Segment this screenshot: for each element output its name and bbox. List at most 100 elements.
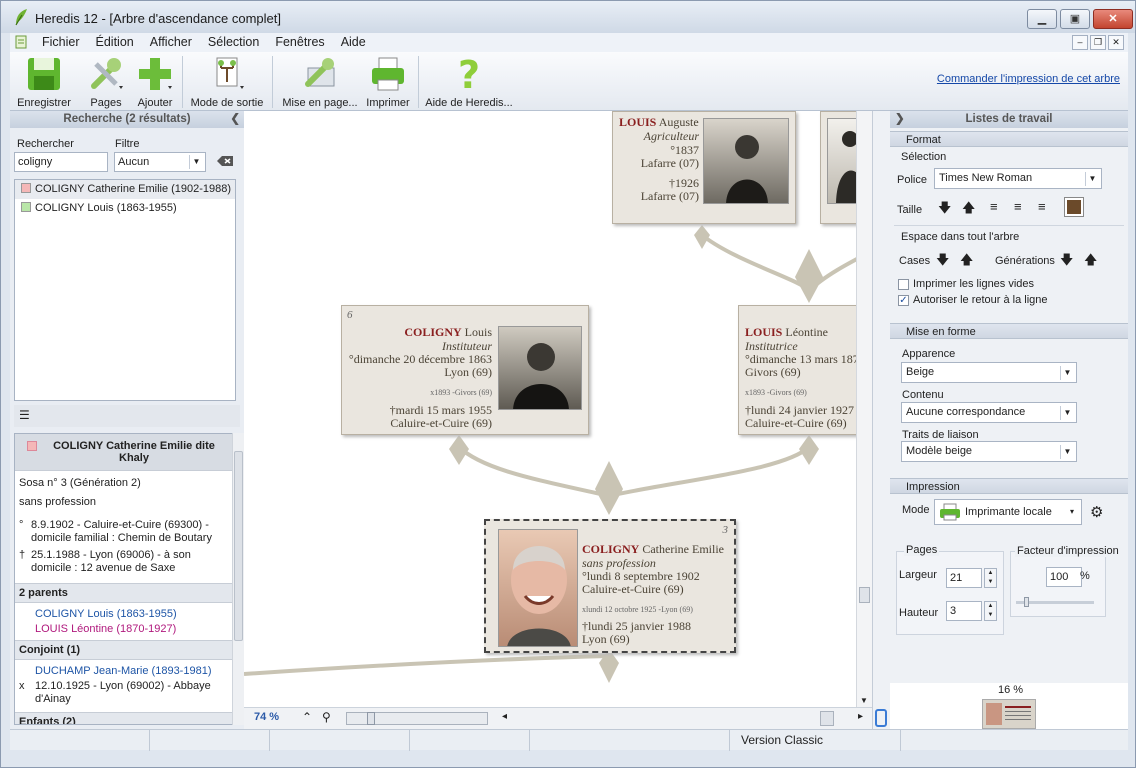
menu-afficher[interactable]: Afficher — [142, 33, 200, 52]
search-input[interactable]: coligny — [14, 152, 108, 172]
pages-title: Pages — [904, 544, 940, 556]
font-select[interactable]: Times New Roman ▼ — [934, 168, 1102, 189]
toolbar-separator — [418, 56, 419, 108]
arrow-up-icon[interactable]: 🡅 — [960, 251, 973, 273]
menu-edition[interactable]: Édition — [88, 33, 142, 52]
arrow-up-icon[interactable]: 🡅 — [1084, 251, 1097, 273]
zoom-icon[interactable]: ⚲ — [322, 710, 331, 724]
list-view-icon[interactable]: ☰ — [19, 408, 30, 422]
list-item[interactable]: COLIGNY Louis (1863-1955) — [15, 199, 235, 218]
align-right-icon[interactable]: ≡ — [1038, 199, 1046, 214]
selection-label: Sélection — [901, 151, 947, 163]
maximize-button[interactable]: ▣ — [1060, 9, 1090, 29]
arrow-down-icon[interactable]: 🡇 — [1060, 251, 1073, 273]
order-print-link[interactable]: Commander l'impression de cet arbre — [937, 73, 1120, 85]
height-spinner[interactable]: ▲ ▼ — [984, 601, 997, 621]
printing-section[interactable]: Impression — [890, 478, 1128, 494]
print-empty-lines-checkbox[interactable] — [898, 279, 909, 290]
scroll-left-icon[interactable]: ◂ — [502, 711, 507, 722]
menu-selection[interactable]: Sélection — [200, 33, 267, 52]
content-label: Contenu — [902, 389, 944, 401]
print-factor-input[interactable]: 100 — [1046, 567, 1082, 587]
pages-button[interactable]: Pages — [82, 54, 130, 109]
expand-right-icon[interactable]: ❯ — [895, 111, 905, 128]
allow-wrap-label: Autoriser le retour à la ligne — [913, 294, 1048, 306]
arrow-up-icon[interactable]: 🡅 — [962, 199, 975, 221]
scrollbar-thumb[interactable] — [234, 451, 243, 641]
person-card-auguste[interactable]: LOUIS Auguste Agriculteur °1837 Lafarre … — [612, 111, 796, 224]
format-section[interactable]: Format — [890, 131, 1128, 147]
version-label: Version Classic — [741, 733, 824, 747]
layout-section[interactable]: Mise en forme — [890, 323, 1128, 339]
mdi-close-button[interactable]: ✕ — [1108, 35, 1124, 50]
width-spinner[interactable]: ▲ ▼ — [984, 568, 997, 588]
person-card-coligny-catherine[interactable]: 3 COLIGNY Catherine Emilie sans professi… — [484, 519, 736, 653]
spouse-link[interactable]: DUCHAMP Jean-Marie (1893-1981) — [15, 660, 235, 678]
work-lists-header: ❯ Listes de travail — [890, 111, 1128, 128]
print-factor-thumb[interactable] — [1023, 597, 1029, 607]
content-select[interactable]: Aucune correspondance ▼ — [901, 402, 1077, 423]
scroll-right-icon[interactable]: ▸ — [858, 711, 863, 722]
vertical-scrollbar[interactable]: ▼ — [856, 111, 872, 707]
appearance-select[interactable]: Beige ▼ — [901, 362, 1077, 383]
tree-canvas[interactable]: LOUIS Auguste Agriculteur °1837 Lafarre … — [244, 111, 872, 729]
arrow-down-icon[interactable]: 🡇 — [938, 199, 951, 221]
mdi-controls: – ❐ ✕ — [1070, 34, 1124, 50]
color-picker-button[interactable] — [1064, 197, 1084, 217]
height-input[interactable]: 3 — [946, 601, 982, 621]
add-button[interactable]: Ajouter — [132, 54, 178, 109]
minimize-button[interactable]: ▁ — [1027, 9, 1057, 29]
document-icon[interactable] — [14, 35, 28, 49]
search-panel-header: Recherche (2 résultats) ❮ — [10, 111, 244, 128]
person-card-louis-leontine[interactable]: 7 LOUIS Léontine Institutrice °dimanche … — [738, 305, 872, 435]
print-factor-slider[interactable] — [1016, 597, 1094, 607]
links-select[interactable]: Modèle beige ▼ — [901, 441, 1077, 462]
preview-photo — [986, 703, 1002, 725]
menu-fenetres[interactable]: Fenêtres — [267, 33, 332, 52]
splitter-handle[interactable] — [875, 709, 887, 727]
spacing-title: Espace dans tout l'arbre — [901, 231, 1020, 243]
zoom-slider-thumb[interactable] — [367, 712, 375, 725]
page-setup-button[interactable]: Mise en page... — [280, 54, 360, 109]
filter-select[interactable]: Aucun ▼ — [114, 152, 206, 172]
color-swatch — [1067, 200, 1081, 214]
toolbar-separator — [182, 56, 183, 108]
width-input[interactable]: 21 — [946, 568, 982, 588]
save-button[interactable]: Enregistrer — [14, 54, 74, 109]
panel-splitter[interactable] — [872, 111, 890, 729]
gear-icon[interactable]: ⚙ — [1090, 503, 1103, 521]
help-button[interactable]: ? Aide de Heredis... — [424, 53, 514, 109]
zoom-slider[interactable] — [346, 712, 488, 725]
chevron-up-icon[interactable]: ⌃ — [302, 710, 312, 724]
horizontal-scrollbar-thumb[interactable] — [820, 711, 834, 726]
menu-fichier[interactable]: Fichier — [34, 33, 88, 52]
scrollbar-thumb[interactable] — [859, 587, 870, 603]
detail-scrollbar[interactable] — [232, 433, 244, 725]
person-color-icon — [21, 183, 31, 193]
question-mark-icon: ? — [458, 53, 480, 97]
parent-link-mother[interactable]: LOUIS Léontine (1870-1927) — [15, 621, 235, 640]
list-item[interactable]: COLIGNY Catherine Emilie (1902-1988) — [15, 180, 235, 199]
font-label: Police — [897, 174, 927, 186]
mdi-minimize-button[interactable]: – — [1072, 35, 1088, 50]
align-center-icon[interactable]: ≡ — [1014, 199, 1022, 214]
print-preview-thumbnail[interactable] — [982, 699, 1036, 729]
search-label: Rechercher — [17, 138, 74, 150]
align-left-icon[interactable]: ≡ — [990, 199, 998, 214]
print-mode-select[interactable]: Imprimante locale ▾ — [934, 499, 1082, 525]
print-button[interactable]: Imprimer — [364, 54, 412, 109]
menu-aide[interactable]: Aide — [333, 33, 374, 52]
person-card-coligny-louis[interactable]: 6 COLIGNY Louis Instituteur °dimanche 20… — [341, 305, 589, 435]
preview-zoom-label: 16 % — [998, 684, 1024, 696]
close-button[interactable]: ✕ — [1093, 9, 1133, 29]
output-mode-button[interactable]: Mode de sortie — [188, 54, 266, 109]
collapse-left-icon[interactable]: ❮ — [230, 111, 240, 128]
mdi-restore-button[interactable]: ❐ — [1090, 35, 1106, 50]
chevron-down-icon: ▼ — [1085, 172, 1099, 186]
arrow-down-icon[interactable]: 🡇 — [936, 251, 949, 273]
scroll-down-icon[interactable]: ▼ — [860, 696, 868, 705]
clear-search-icon[interactable] — [216, 155, 234, 167]
chevron-down-icon: ▾ — [1069, 507, 1074, 516]
allow-wrap-checkbox[interactable]: ✓ — [898, 295, 909, 306]
parent-link-father[interactable]: COLIGNY Louis (1863-1955) — [15, 603, 235, 621]
